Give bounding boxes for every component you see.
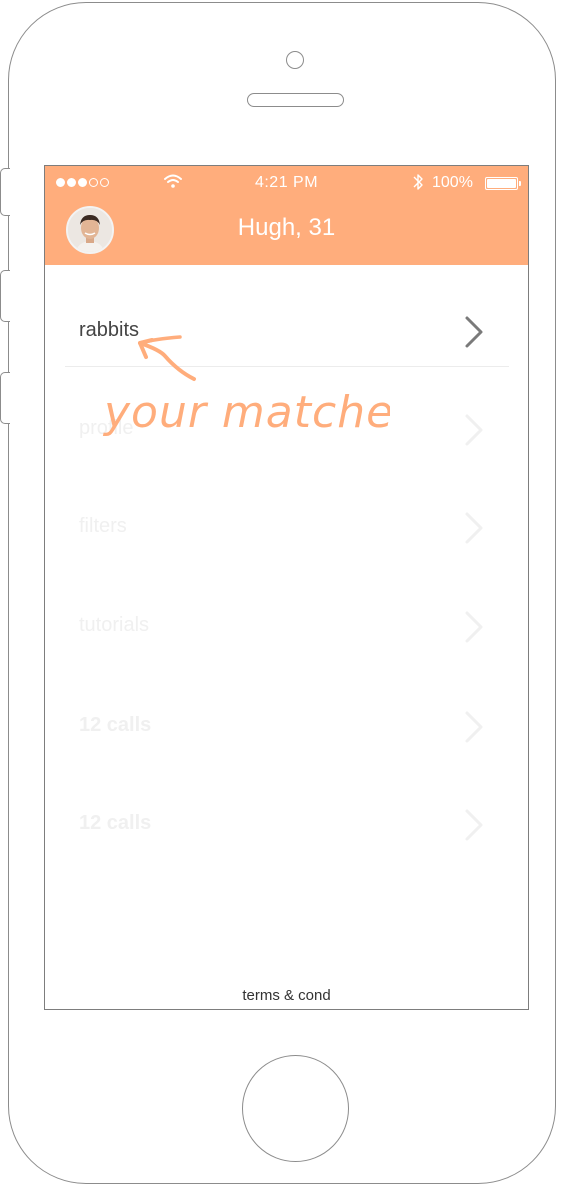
bluetooth-icon — [413, 174, 423, 190]
battery-percent: 100% — [432, 174, 473, 191]
front-camera — [286, 51, 304, 69]
chevron-right-icon — [465, 512, 483, 544]
matches-annotation: your matches — [102, 335, 390, 438]
menu-item-label: tutorials — [79, 614, 150, 636]
arrow-annotation-icon — [138, 335, 196, 381]
status-bar: 4:21 PM 100% — [45, 166, 528, 200]
profile-name-age: Hugh, 31 — [237, 214, 336, 241]
earpiece-speaker — [247, 93, 344, 107]
chevron-right-icon — [465, 316, 483, 348]
battery-icon — [485, 177, 521, 190]
menu-item-label: 12 calls — [79, 714, 152, 736]
chevron-right-icon — [465, 809, 483, 841]
volume-down-button — [0, 372, 10, 424]
menu-item-label: 12 calls — [79, 812, 152, 834]
mute-switch — [0, 168, 10, 216]
annotation-text: your matches — [102, 387, 390, 438]
chevron-right-icon — [465, 711, 483, 743]
volume-up-button — [0, 270, 10, 322]
home-button[interactable] — [242, 1055, 349, 1162]
chevron-right-icon — [465, 611, 483, 643]
profile-header: 4:21 PM 100% Hugh, 31 — [45, 166, 528, 265]
menu-item-calls-2[interactable]: 12 calls — [45, 770, 528, 868]
menu-item-label: filters — [79, 515, 127, 537]
menu-item-tutorials[interactable]: tutorials — [45, 572, 528, 670]
terms-link[interactable]: terms & cond — [45, 987, 528, 1004]
menu-item-calls[interactable]: 12 calls — [45, 672, 528, 770]
menu-item-filters[interactable]: filters — [45, 473, 528, 571]
app-screen: 4:21 PM 100% Hugh, 31 rabbits profile fi… — [44, 165, 529, 1010]
chevron-right-icon — [465, 414, 483, 446]
